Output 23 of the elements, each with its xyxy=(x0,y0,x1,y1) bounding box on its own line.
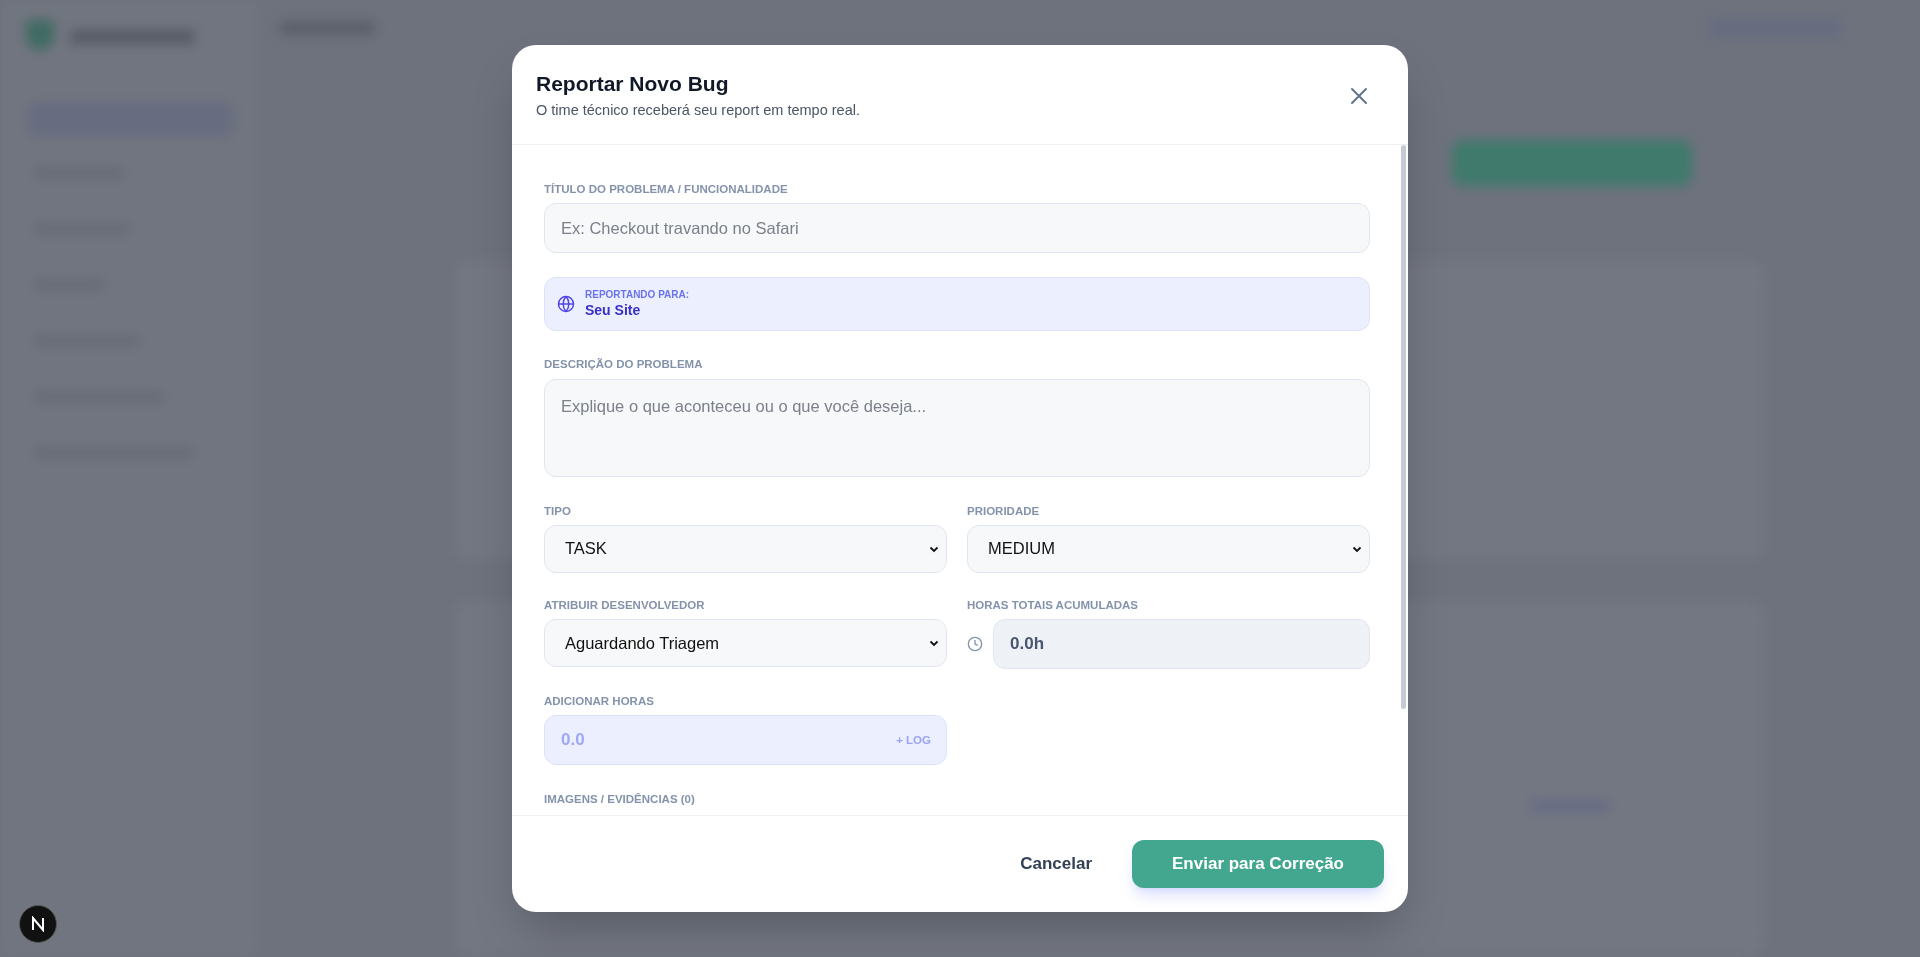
field-label: IMAGENS / EVIDÊNCIAS (0) xyxy=(544,792,696,808)
description-field[interactable]: Explique o que aconteceu ou o que você deseja... xyxy=(544,378,1370,477)
field-label: PRIORIDADE xyxy=(967,503,1041,519)
title-field[interactable]: Ex: Checkout travando no Safari xyxy=(544,203,1370,254)
scrollbar[interactable] xyxy=(1401,145,1406,709)
cancel-button[interactable]: Cancelar xyxy=(1020,851,1093,877)
field-label: DESCRIÇÃO DO PROBLEMA xyxy=(544,357,704,373)
clock-icon xyxy=(967,636,983,652)
field-label: TIPO xyxy=(544,503,572,519)
select-field[interactable]: MEDIUM xyxy=(967,524,1370,573)
hours-total-field: 0.0h xyxy=(993,619,1370,669)
field-label: ADICIONAR HORAS xyxy=(544,694,655,709)
banner-label: REPORTANDO PARA: xyxy=(585,289,690,302)
dialog-subtitle: O time técnico receberá seu report em tempo real. xyxy=(536,101,860,121)
select-field[interactable]: TASK xyxy=(544,524,947,573)
field-label: ATRIBUIR DESENVOLVEDOR xyxy=(544,597,706,613)
banner-value: Seu Site xyxy=(585,301,642,320)
field-label: TÍTULO DO PROBLEMA / FUNCIONALIDADE xyxy=(544,182,789,197)
dialog-title: Reportar Novo Bug xyxy=(536,71,730,97)
globe-icon xyxy=(557,295,575,314)
field-label: HORAS TOTAIS ACUMULADAS xyxy=(967,597,1139,613)
close-icon[interactable] xyxy=(1350,87,1368,105)
select-field[interactable]: Aguardando Triagem xyxy=(544,619,947,667)
